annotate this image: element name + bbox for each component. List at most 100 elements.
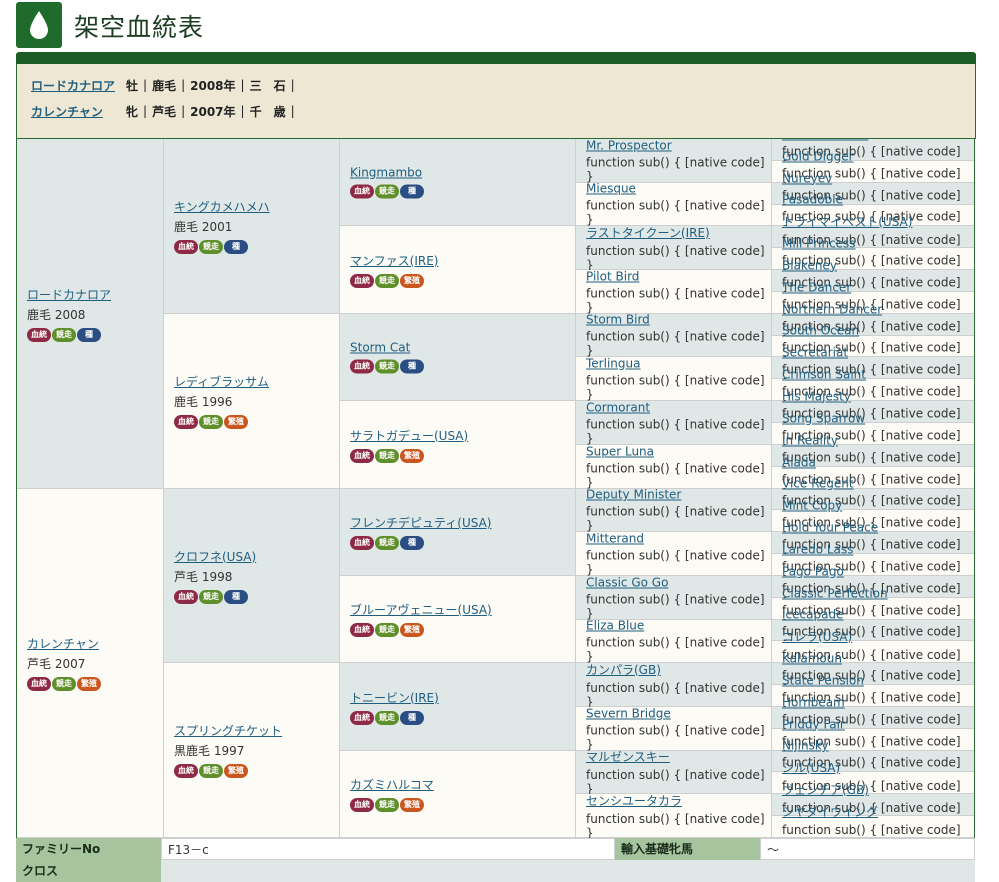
ketto-badge[interactable]: 血統 (350, 448, 374, 463)
horse-link[interactable]: Terlingua (586, 356, 640, 370)
hanshoku-badge[interactable]: 繁殖 (224, 415, 248, 429)
horse-link[interactable]: Gold Digger (782, 149, 854, 163)
shu-badge[interactable]: 種 (400, 710, 424, 725)
hanshoku-badge[interactable]: 繁殖 (400, 273, 424, 288)
horse-link[interactable]: シヤダイウイング (782, 803, 878, 820)
horse-link[interactable]: Miesque (586, 182, 636, 196)
horse-link[interactable]: Secretariat (782, 345, 848, 359)
horse-link[interactable]: Mint Copy (782, 498, 842, 512)
horse-link[interactable]: Mr. Prospector (586, 139, 672, 152)
kyoso-badge[interactable]: 競走 (375, 623, 399, 637)
horse-link[interactable]: Nureyev (782, 171, 832, 185)
kyoso-badge[interactable]: 競走 (199, 764, 223, 778)
horse-link[interactable]: Vice Regent (782, 477, 854, 491)
horse-link[interactable]: Priddy Fair (782, 717, 845, 731)
horse-link[interactable]: トニービン(IRE) (350, 689, 439, 706)
shu-badge[interactable]: 種 (400, 536, 424, 550)
ketto-badge[interactable]: 血統 (350, 623, 374, 637)
horse-link[interactable]: Severn Bridge (586, 706, 671, 720)
horse-link[interactable]: トライマイベスト(USA) (782, 213, 912, 230)
horse-link[interactable]: シル(USA) (782, 759, 840, 776)
horse-link[interactable]: Alada (782, 455, 816, 469)
horse-link[interactable]: ラストタイクーン(IRE) (586, 224, 710, 241)
ketto-badge[interactable]: 血統 (350, 273, 374, 288)
hanshoku-badge[interactable]: 繁殖 (224, 764, 248, 778)
horse-link[interactable]: レディブラッサム (174, 373, 269, 390)
horse-link[interactable]: ロードカナロア (27, 286, 111, 303)
ketto-badge[interactable]: 血統 (350, 536, 374, 550)
horse-link[interactable]: Nijinsky (782, 739, 828, 753)
horse-link[interactable]: Storm Cat (350, 341, 410, 355)
ketto-badge[interactable]: 血統 (174, 240, 198, 254)
shu-badge[interactable]: 種 (400, 184, 424, 199)
horse-link[interactable]: Hornbeam (782, 695, 845, 709)
horse-link[interactable]: Storm Bird (586, 313, 650, 327)
horse-link[interactable]: Pilot Bird (586, 269, 639, 283)
horse-link[interactable]: Icecapade (782, 608, 843, 622)
horse-link[interactable]: Deputy Minister (586, 488, 681, 502)
horse-link[interactable]: Classic Go Go (586, 575, 668, 589)
horse-link[interactable]: フレンチデピュティ(USA) (350, 514, 491, 531)
horse-link[interactable]: サラトガデュー(USA) (350, 427, 468, 444)
kyoso-badge[interactable]: 競走 (199, 240, 223, 254)
shu-badge[interactable]: 種 (224, 240, 248, 254)
ketto-badge[interactable]: 血統 (174, 764, 198, 778)
horse-link[interactable]: カズミハルコマ (350, 776, 434, 793)
horse-link[interactable]: Blakeney (782, 258, 837, 272)
dam-link[interactable]: カレンチャン (31, 103, 126, 120)
horse-link[interactable]: Cormorant (586, 400, 650, 414)
ketto-badge[interactable]: 血統 (350, 710, 374, 725)
horse-link[interactable]: コレラ(USA) (782, 628, 852, 645)
ketto-badge[interactable]: 血統 (174, 415, 198, 429)
kyoso-badge[interactable]: 競走 (375, 448, 399, 463)
shu-badge[interactable]: 種 (224, 589, 248, 604)
shu-badge[interactable]: 種 (77, 327, 101, 342)
horse-link[interactable]: マンファス(IRE) (350, 252, 438, 269)
horse-link[interactable]: Eliza Blue (586, 619, 644, 633)
shu-badge[interactable]: 種 (400, 359, 424, 374)
horse-link[interactable]: Northern Dancer (782, 302, 882, 316)
horse-link[interactable]: State Pension (782, 673, 864, 687)
horse-link[interactable]: Laredo Lass (782, 542, 853, 556)
sire-link[interactable]: ロードカナロア (31, 77, 126, 94)
horse-link[interactable]: Super Luna (586, 444, 654, 458)
ketto-badge[interactable]: 血統 (350, 184, 374, 199)
horse-link[interactable]: The Dancer (782, 280, 851, 294)
ketto-badge[interactable]: 血統 (350, 359, 374, 374)
hanshoku-badge[interactable]: 繁殖 (400, 623, 424, 637)
kyoso-badge[interactable]: 競走 (375, 536, 399, 550)
kyoso-badge[interactable]: 競走 (375, 273, 399, 288)
horse-link[interactable]: Mitterand (586, 531, 644, 545)
horse-link[interactable]: Mill Princess (782, 236, 856, 250)
hanshoku-badge[interactable]: 繁殖 (400, 798, 424, 812)
kyoso-badge[interactable]: 競走 (375, 710, 399, 725)
horse-link[interactable]: Song Sparrow (782, 411, 865, 425)
horse-link[interactable]: カンパラ(GB) (586, 661, 661, 678)
horse-link[interactable]: キングカメハメハ (174, 198, 270, 215)
horse-link[interactable]: Raise a Native (782, 139, 868, 141)
hanshoku-badge[interactable]: 繁殖 (400, 448, 424, 463)
ketto-badge[interactable]: 血統 (27, 677, 51, 691)
kyoso-badge[interactable]: 競走 (375, 798, 399, 812)
kyoso-badge[interactable]: 競走 (199, 589, 223, 604)
horse-link[interactable]: クロフネ(USA) (174, 548, 256, 565)
horse-link[interactable]: Classic Perfection (782, 586, 888, 600)
horse-link[interactable]: South Ocean (782, 324, 859, 338)
kyoso-badge[interactable]: 競走 (52, 677, 76, 691)
horse-link[interactable]: マルゼンスキー (586, 748, 670, 765)
hanshoku-badge[interactable]: 繁殖 (77, 677, 101, 691)
horse-link[interactable]: In Reality (782, 433, 838, 447)
horse-link[interactable]: ブルーアヴェニュー(USA) (350, 601, 492, 618)
horse-link[interactable]: センシユータカラ (586, 792, 682, 809)
horse-link[interactable]: Kingmambo (350, 166, 422, 180)
horse-link[interactable]: Pasadoble (782, 193, 843, 207)
ketto-badge[interactable]: 血統 (350, 798, 374, 812)
horse-link[interactable]: Crimson Saint (782, 367, 866, 381)
horse-link[interactable]: スプリングチケット (174, 722, 282, 739)
horse-link[interactable]: His Majesty (782, 389, 851, 403)
kyoso-badge[interactable]: 競走 (375, 184, 399, 199)
kyoso-badge[interactable]: 競走 (52, 327, 76, 342)
kyoso-badge[interactable]: 競走 (375, 359, 399, 374)
horse-link[interactable]: カレンチャン (27, 635, 99, 652)
horse-link[interactable]: Pago Pago (782, 564, 844, 578)
